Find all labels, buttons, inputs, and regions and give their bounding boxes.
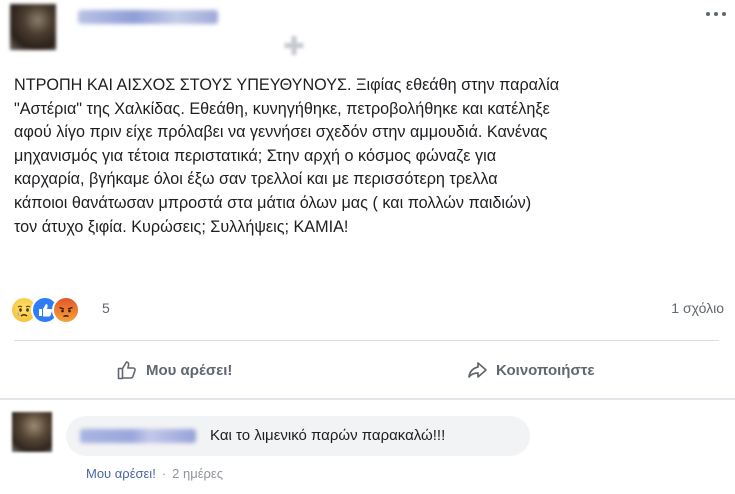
post-action-bar: Μου αρέσει! Κοινοποιήστε	[14, 346, 719, 394]
divider	[14, 340, 719, 341]
comment: Και το λιμενικό παρών παρακαλώ!!! Μου αρ…	[0, 402, 735, 494]
share-button[interactable]: Κοινοποιήστε	[466, 350, 595, 390]
reaction-count[interactable]: 5	[102, 300, 110, 316]
like-button-label: Μου αρέσει!	[146, 361, 233, 379]
reactions-bar: 5 1 σχόλιο	[10, 294, 726, 324]
angry-reaction-icon	[52, 296, 80, 324]
reaction-icons[interactable]	[10, 296, 100, 324]
share-arrow-icon	[468, 362, 487, 378]
commenter-avatar[interactable]	[12, 412, 52, 452]
like-button[interactable]: Μου αρέσει!	[116, 350, 232, 390]
post-meta-blurred: ✚	[283, 31, 305, 61]
comment-like-link[interactable]: Μου αρέσει!	[86, 466, 156, 481]
author-name-blurred[interactable]	[78, 10, 218, 24]
author-avatar[interactable]	[10, 4, 56, 50]
comment-text: Και το λιμενικό παρών παρακαλώ!!!	[210, 427, 446, 444]
dot-icon	[714, 12, 718, 16]
comment-bubble: Και το λιμενικό παρών παρακαλώ!!!	[66, 416, 530, 456]
post-text: ΝΤΡΟΠΗ ΚΑΙ ΑΙΣΧΟΣ ΣΤΟΥΣ ΥΠΕΥΘΥΝΟΥΣ. Ξιφί…	[14, 76, 560, 236]
dot-icon	[722, 12, 726, 16]
comment-timestamp[interactable]: 2 ημέρες	[172, 466, 223, 481]
share-button-label: Κοινοποιήστε	[496, 361, 595, 379]
divider	[0, 398, 735, 400]
more-options-icon[interactable]	[703, 4, 729, 24]
thumbs-up-icon	[117, 361, 136, 380]
commenter-name-blurred[interactable]	[80, 429, 196, 443]
comment-actions: Μου αρέσει! · 2 ημέρες	[86, 466, 223, 481]
post-header: ✚	[0, 0, 735, 68]
dot-icon	[706, 12, 710, 16]
comment-count-link[interactable]: 1 σχόλιο	[671, 300, 724, 316]
comment-separator: ·	[161, 466, 167, 481]
